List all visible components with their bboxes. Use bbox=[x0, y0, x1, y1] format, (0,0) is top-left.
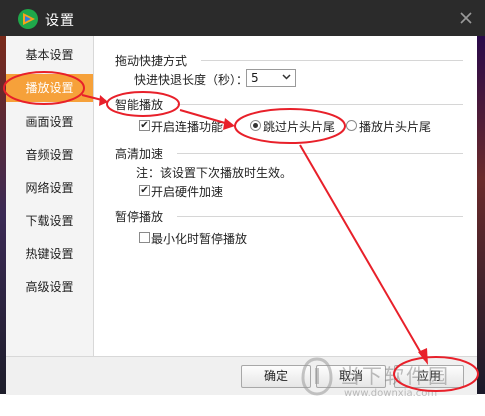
skip-intro-radio[interactable] bbox=[250, 120, 261, 131]
close-icon bbox=[460, 12, 472, 24]
play-intro-radio[interactable] bbox=[346, 120, 357, 131]
window-title: 设置 bbox=[45, 13, 75, 29]
section-divider bbox=[201, 60, 463, 61]
section-divider bbox=[177, 104, 463, 105]
skip-intro-label: 跳过片头片尾 bbox=[263, 120, 336, 134]
chevron-down-icon bbox=[282, 74, 291, 80]
hardware-accel-checkbox[interactable]: ✔ bbox=[139, 185, 150, 196]
section-title-drag-seek: 拖动快捷方式 bbox=[115, 54, 188, 68]
hd-accel-note: 注：该设置下次播放时生效。 bbox=[136, 166, 293, 180]
sidebar-item-network[interactable]: 网络设置 bbox=[6, 174, 93, 202]
sidebar-item-hotkeys[interactable]: 热键设置 bbox=[6, 240, 93, 268]
app-logo-icon bbox=[18, 9, 38, 29]
title-bar: 设置 bbox=[0, 0, 485, 36]
section-title-hd-accel: 高清加速 bbox=[115, 147, 164, 161]
sidebar-item-picture[interactable]: 画面设置 bbox=[6, 108, 93, 136]
minimize-pause-label: 最小化时暂停播放 bbox=[151, 232, 248, 246]
play-intro-label: 播放片头片尾 bbox=[359, 120, 432, 134]
ok-button[interactable]: 确定 bbox=[241, 365, 311, 388]
close-button[interactable] bbox=[455, 7, 477, 29]
section-title-smart-play: 智能播放 bbox=[115, 98, 164, 112]
background-strip-right bbox=[477, 36, 485, 394]
seek-step-value: 5 bbox=[251, 71, 259, 85]
seek-step-select[interactable]: 5 bbox=[246, 69, 296, 87]
continuous-play-checkbox[interactable]: ✔ bbox=[139, 120, 150, 131]
cancel-button[interactable]: 取消 bbox=[316, 365, 386, 388]
dialog-button-bar: 确定 取消 应用 bbox=[6, 356, 477, 395]
sidebar-item-audio[interactable]: 音频设置 bbox=[6, 141, 93, 169]
continuous-play-label: 开启连播功能 bbox=[151, 120, 224, 134]
section-divider bbox=[177, 216, 463, 217]
seek-step-label: 快进快退长度（秒）： bbox=[134, 73, 249, 87]
section-title-pause-play: 暂停播放 bbox=[115, 210, 164, 224]
settings-sidebar: 基本设置 播放设置 画面设置 音频设置 网络设置 下载设置 热键设置 高级设置 bbox=[6, 36, 94, 356]
minimize-pause-checkbox[interactable] bbox=[139, 232, 150, 243]
apply-button[interactable]: 应用 bbox=[394, 365, 464, 388]
sidebar-item-playback[interactable]: 播放设置 bbox=[6, 74, 93, 102]
hardware-accel-label: 开启硬件加速 bbox=[151, 185, 224, 199]
sidebar-item-advanced[interactable]: 高级设置 bbox=[6, 273, 93, 301]
sidebar-item-basic[interactable]: 基本设置 bbox=[6, 41, 93, 69]
sidebar-item-download[interactable]: 下载设置 bbox=[6, 207, 93, 235]
settings-dialog: 基本设置 播放设置 画面设置 音频设置 网络设置 下载设置 热键设置 高级设置 … bbox=[6, 36, 477, 399]
section-divider bbox=[177, 153, 463, 154]
